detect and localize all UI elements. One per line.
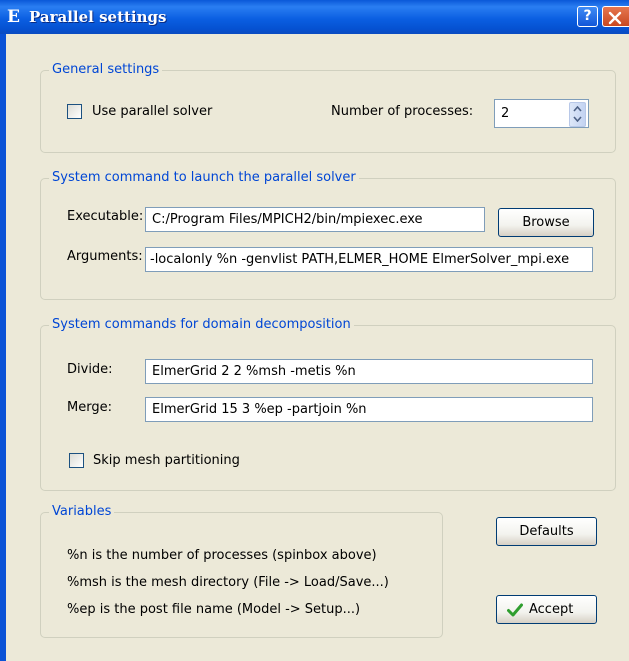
merge-input[interactable]: ElmerGrid 15 3 %ep -partjoin %n xyxy=(145,397,593,422)
close-button[interactable] xyxy=(602,6,629,27)
spinbox-arrows[interactable] xyxy=(569,102,586,127)
domain-decomposition-legend: System commands for domain decomposition xyxy=(49,317,354,333)
checkmark-icon xyxy=(507,603,523,617)
variables-group: Variables %n is the number of processes … xyxy=(40,504,443,638)
help-button[interactable]: ? xyxy=(577,6,598,27)
divide-label: Divide: xyxy=(67,362,113,377)
defaults-button[interactable]: Defaults xyxy=(496,517,597,546)
variable-line-n: %n is the number of processes (spinbox a… xyxy=(67,548,377,563)
close-icon xyxy=(608,11,622,25)
skip-mesh-partitioning-checkbox[interactable] xyxy=(69,453,84,468)
use-parallel-solver-checkbox[interactable] xyxy=(67,104,82,119)
number-of-processes-label: Number of processes: xyxy=(331,104,474,119)
title-bar[interactable]: E Parallel settings ? xyxy=(0,0,629,34)
browse-button[interactable]: Browse xyxy=(498,208,594,237)
general-settings-group: General settings Use parallel solver Num… xyxy=(40,62,616,153)
system-command-group: System command to launch the parallel so… xyxy=(40,170,616,300)
system-command-legend: System command to launch the parallel so… xyxy=(49,170,359,186)
domain-decomposition-group: System commands for domain decomposition… xyxy=(40,317,616,491)
divide-input[interactable]: ElmerGrid 2 2 %msh -metis %n xyxy=(145,359,593,384)
arguments-input[interactable]: -localonly %n -genvlist PATH,ELMER_HOME … xyxy=(145,247,593,272)
variable-line-msh: %msh is the mesh directory (File -> Load… xyxy=(67,575,389,590)
accept-label: Accept xyxy=(529,602,574,617)
question-mark-icon: ? xyxy=(583,8,592,24)
variables-legend: Variables xyxy=(49,504,115,520)
use-parallel-solver-label: Use parallel solver xyxy=(92,104,213,119)
arguments-label: Arguments: xyxy=(67,249,143,264)
accept-button[interactable]: Accept xyxy=(496,595,597,624)
skip-mesh-partitioning-label: Skip mesh partitioning xyxy=(93,453,240,468)
variable-line-ep: %ep is the post file name (Model -> Setu… xyxy=(67,602,361,617)
merge-label: Merge: xyxy=(67,400,112,415)
number-of-processes-spinbox[interactable]: 2 xyxy=(494,99,589,128)
spin-down-icon[interactable] xyxy=(573,116,582,122)
elmer-app-icon: E xyxy=(7,7,20,27)
executable-input[interactable]: C:/Program Files/MPICH2/bin/mpiexec.exe xyxy=(145,207,485,232)
spin-up-icon[interactable] xyxy=(573,106,582,112)
window-title: Parallel settings xyxy=(29,8,167,26)
executable-label: Executable: xyxy=(67,209,144,224)
parallel-settings-dialog: E Parallel settings ? General settings U… xyxy=(0,0,629,661)
number-of-processes-value: 2 xyxy=(501,106,510,121)
general-settings-legend: General settings xyxy=(49,62,163,78)
dialog-client-area: General settings Use parallel solver Num… xyxy=(6,34,629,661)
